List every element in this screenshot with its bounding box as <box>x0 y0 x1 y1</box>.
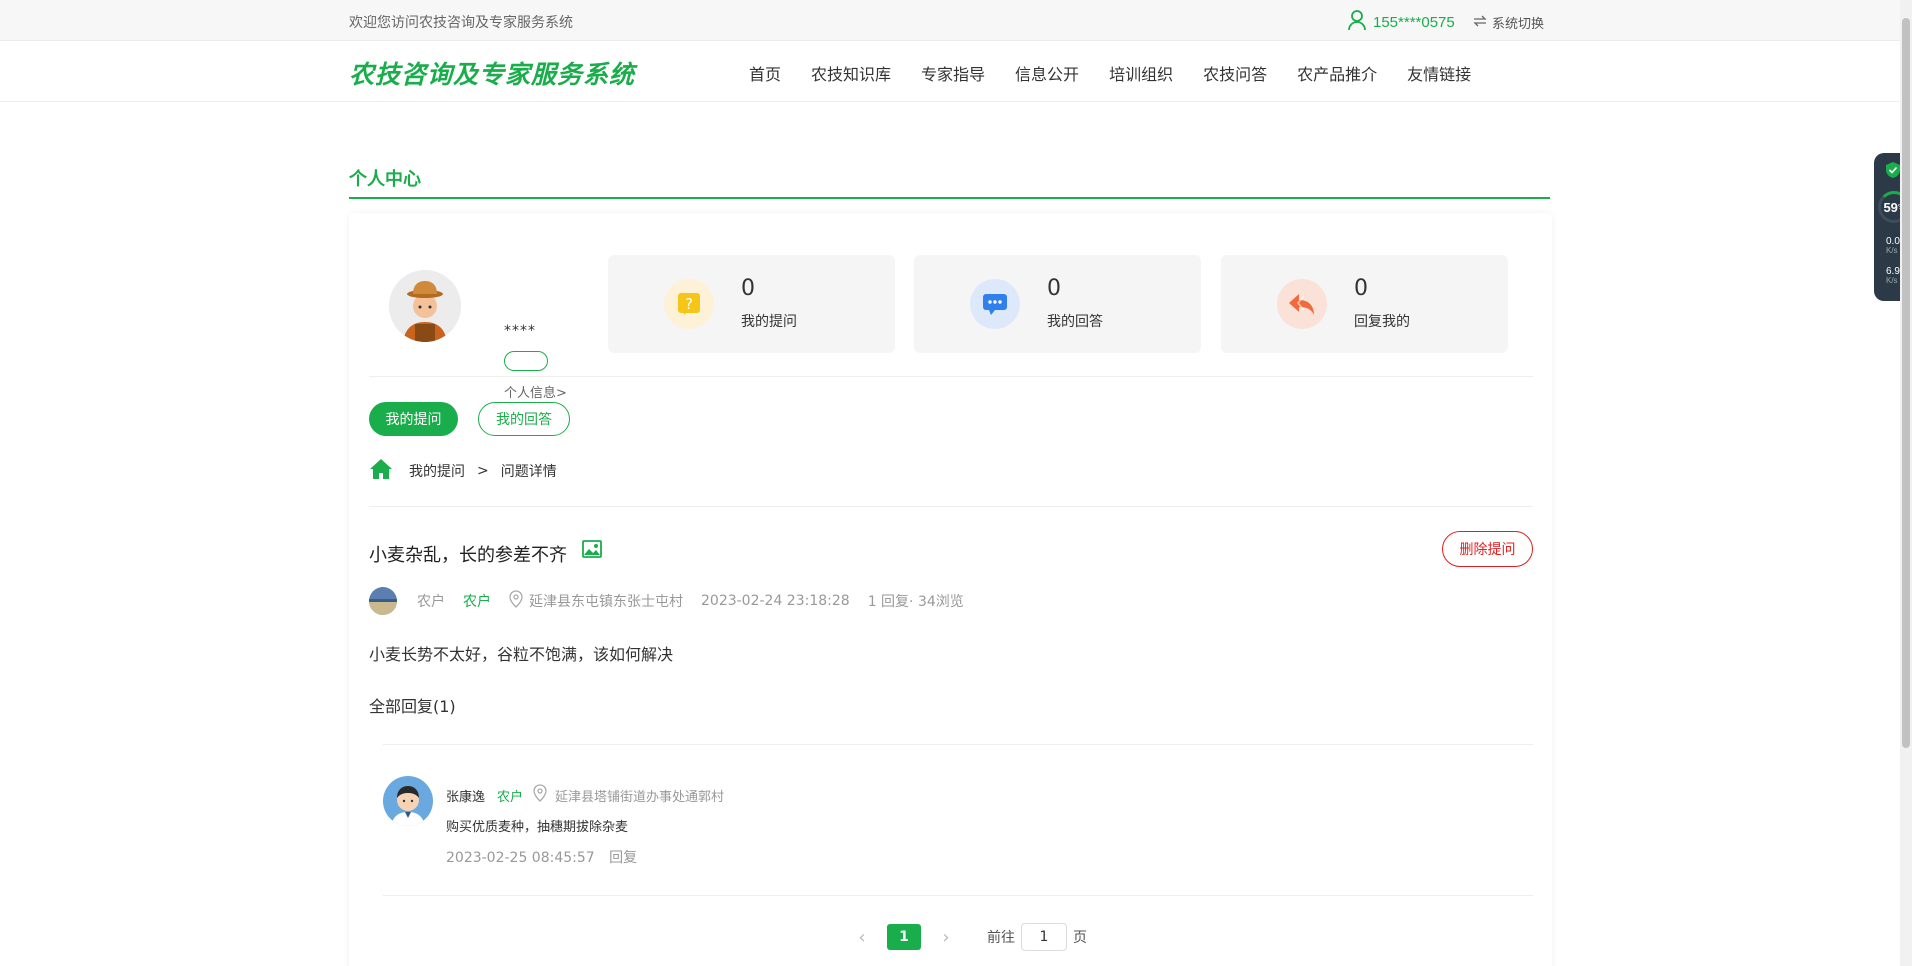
header: 农技咨询及专家服务系统 首页 农技知识库 专家指导 信息公开 培训组织 农技问答… <box>0 41 1912 102</box>
divider <box>369 506 1533 507</box>
divider <box>383 895 1533 896</box>
breadcrumb: 我的提问 > 问题详情 <box>369 458 557 484</box>
tab-my-answers[interactable]: 我的回答 <box>478 402 570 436</box>
role-badge <box>504 351 548 371</box>
svg-text:?: ? <box>685 295 693 313</box>
breadcrumb-current: 问题详情 <box>500 464 557 480</box>
stat-value: 0 <box>1047 276 1061 301</box>
reply-avatar[interactable] <box>383 776 433 826</box>
stat-label: 我的回答 <box>1047 314 1103 330</box>
prev-page-button[interactable]: ‹ <box>847 927 877 948</box>
reply-role: 农户 <box>497 789 524 805</box>
stat-value: 0 <box>741 276 755 301</box>
nav-info-disclosure[interactable]: 信息公开 <box>1015 61 1079 85</box>
question-location: 延津县东屯镇东张士屯村 <box>529 594 683 610</box>
reply-icon <box>1277 279 1327 329</box>
switch-icon <box>1472 15 1488 31</box>
reply-meta: 张康逸 农户 延津县塔铺街道办事处通郭村 <box>446 784 724 806</box>
author-name: 农户 <box>417 594 445 610</box>
nav-links[interactable]: 友情链接 <box>1407 61 1471 85</box>
page-title: 个人中心 <box>349 169 421 190</box>
author-role: 农户 <box>463 594 491 610</box>
nav-qa[interactable]: 农技问答 <box>1203 61 1267 85</box>
question-title: 小麦杂乱，长的参差不齐 <box>369 545 567 566</box>
nav-knowledge-base[interactable]: 农技知识库 <box>811 61 891 85</box>
question-body: 小麦长势不太好，谷粒不饱满，该如何解决 <box>369 645 674 664</box>
shield-icon <box>1885 161 1901 183</box>
all-replies-heading: 全部回复(1) <box>369 697 456 716</box>
tab-my-questions[interactable]: 我的提问 <box>369 402 458 436</box>
profile-name: **** <box>504 323 536 339</box>
avatar[interactable] <box>389 270 461 342</box>
stat-value: 0 <box>1354 276 1368 301</box>
reply-time: 2023-02-25 08:45:57 <box>446 850 595 866</box>
upload-unit: K/s <box>1886 246 1898 255</box>
title-underline <box>349 197 1550 199</box>
stat-label: 我的提问 <box>741 314 797 330</box>
site-logo[interactable]: 农技咨询及专家服务系统 <box>349 55 635 91</box>
nav-expert-guidance[interactable]: 专家指导 <box>921 61 985 85</box>
reply-author: 张康逸 <box>446 789 486 805</box>
main-nav: 首页 农技知识库 专家指导 信息公开 培训组织 农技问答 农产品推介 友情链接 <box>749 61 1501 85</box>
switch-label: 系统切换 <box>1492 17 1545 32</box>
download-speed: 6.9 K/s <box>1886 267 1900 286</box>
reply-button[interactable]: 回复 <box>609 850 637 866</box>
download-unit: K/s <box>1886 276 1898 285</box>
stat-my-answers[interactable]: 0 我的回答 <box>914 255 1201 353</box>
welcome-text: 欢迎您访问农技咨询及专家服务系统 <box>349 15 573 31</box>
author-avatar[interactable] <box>369 587 397 615</box>
divider <box>369 376 1533 377</box>
personal-center-card: **** 个人信息> ? 0 我的提问 0 我的回答 0 回复我的 我的提问 我… <box>349 213 1552 966</box>
stat-replies-to-me[interactable]: 0 回复我的 <box>1221 255 1508 353</box>
user-phone[interactable]: 155****0575 <box>1373 14 1455 31</box>
breadcrumb-my-questions[interactable]: 我的提问 <box>409 461 465 481</box>
question-time: 2023-02-24 23:18:28 <box>701 593 850 609</box>
page-unit-label: 页 <box>1073 930 1087 946</box>
page-jump-input[interactable]: 1 <box>1021 923 1067 951</box>
home-icon[interactable] <box>369 458 393 484</box>
nav-products[interactable]: 农产品推介 <box>1297 61 1377 85</box>
next-page-button[interactable]: › <box>931 927 961 948</box>
upload-speed: 0.0 K/s <box>1886 237 1900 256</box>
nav-home[interactable]: 首页 <box>749 61 781 85</box>
location-icon <box>509 590 523 612</box>
image-icon[interactable] <box>582 540 602 562</box>
reply-content: 购买优质麦种，抽穗期拔除杂麦 <box>446 820 629 835</box>
page-scrollbar[interactable] <box>1900 0 1912 966</box>
goto-label: 前往 <box>987 930 1015 946</box>
page-number-current[interactable]: 1 <box>887 924 921 950</box>
scrollbar-thumb[interactable] <box>1902 18 1910 748</box>
cpu-percent: 59 <box>1883 199 1898 215</box>
question-icon: ? <box>664 279 714 329</box>
stat-label: 回复我的 <box>1354 314 1410 330</box>
pagination: ‹ 1 › 前往 1 页 <box>847 923 1087 951</box>
stat-my-questions[interactable]: ? 0 我的提问 <box>608 255 895 353</box>
system-switch[interactable]: 系统切换 <box>1472 13 1544 32</box>
top-bar: 欢迎您访问农技咨询及专家服务系统 155****0575 系统切换 <box>0 0 1912 41</box>
location-icon <box>533 784 547 806</box>
reply-location: 延津县塔铺街道办事处通郭村 <box>555 789 725 805</box>
reply-footer: 2023-02-25 08:45:57 回复 <box>446 847 637 867</box>
divider <box>383 744 1533 745</box>
user-account[interactable]: 155****0575 <box>1347 9 1455 35</box>
question-stats: 1 回复· 34浏览 <box>867 594 964 610</box>
delete-question-button[interactable]: 删除提问 <box>1442 531 1533 567</box>
chat-icon <box>970 279 1020 329</box>
user-icon <box>1347 9 1367 35</box>
question-meta: 农户 农户 延津县东屯镇东张士屯村 2023-02-24 23:18:28 1 … <box>369 587 964 615</box>
profile-info-link[interactable]: 个人信息> <box>504 382 567 401</box>
nav-training[interactable]: 培训组织 <box>1109 61 1173 85</box>
breadcrumb-separator: > <box>477 463 489 479</box>
